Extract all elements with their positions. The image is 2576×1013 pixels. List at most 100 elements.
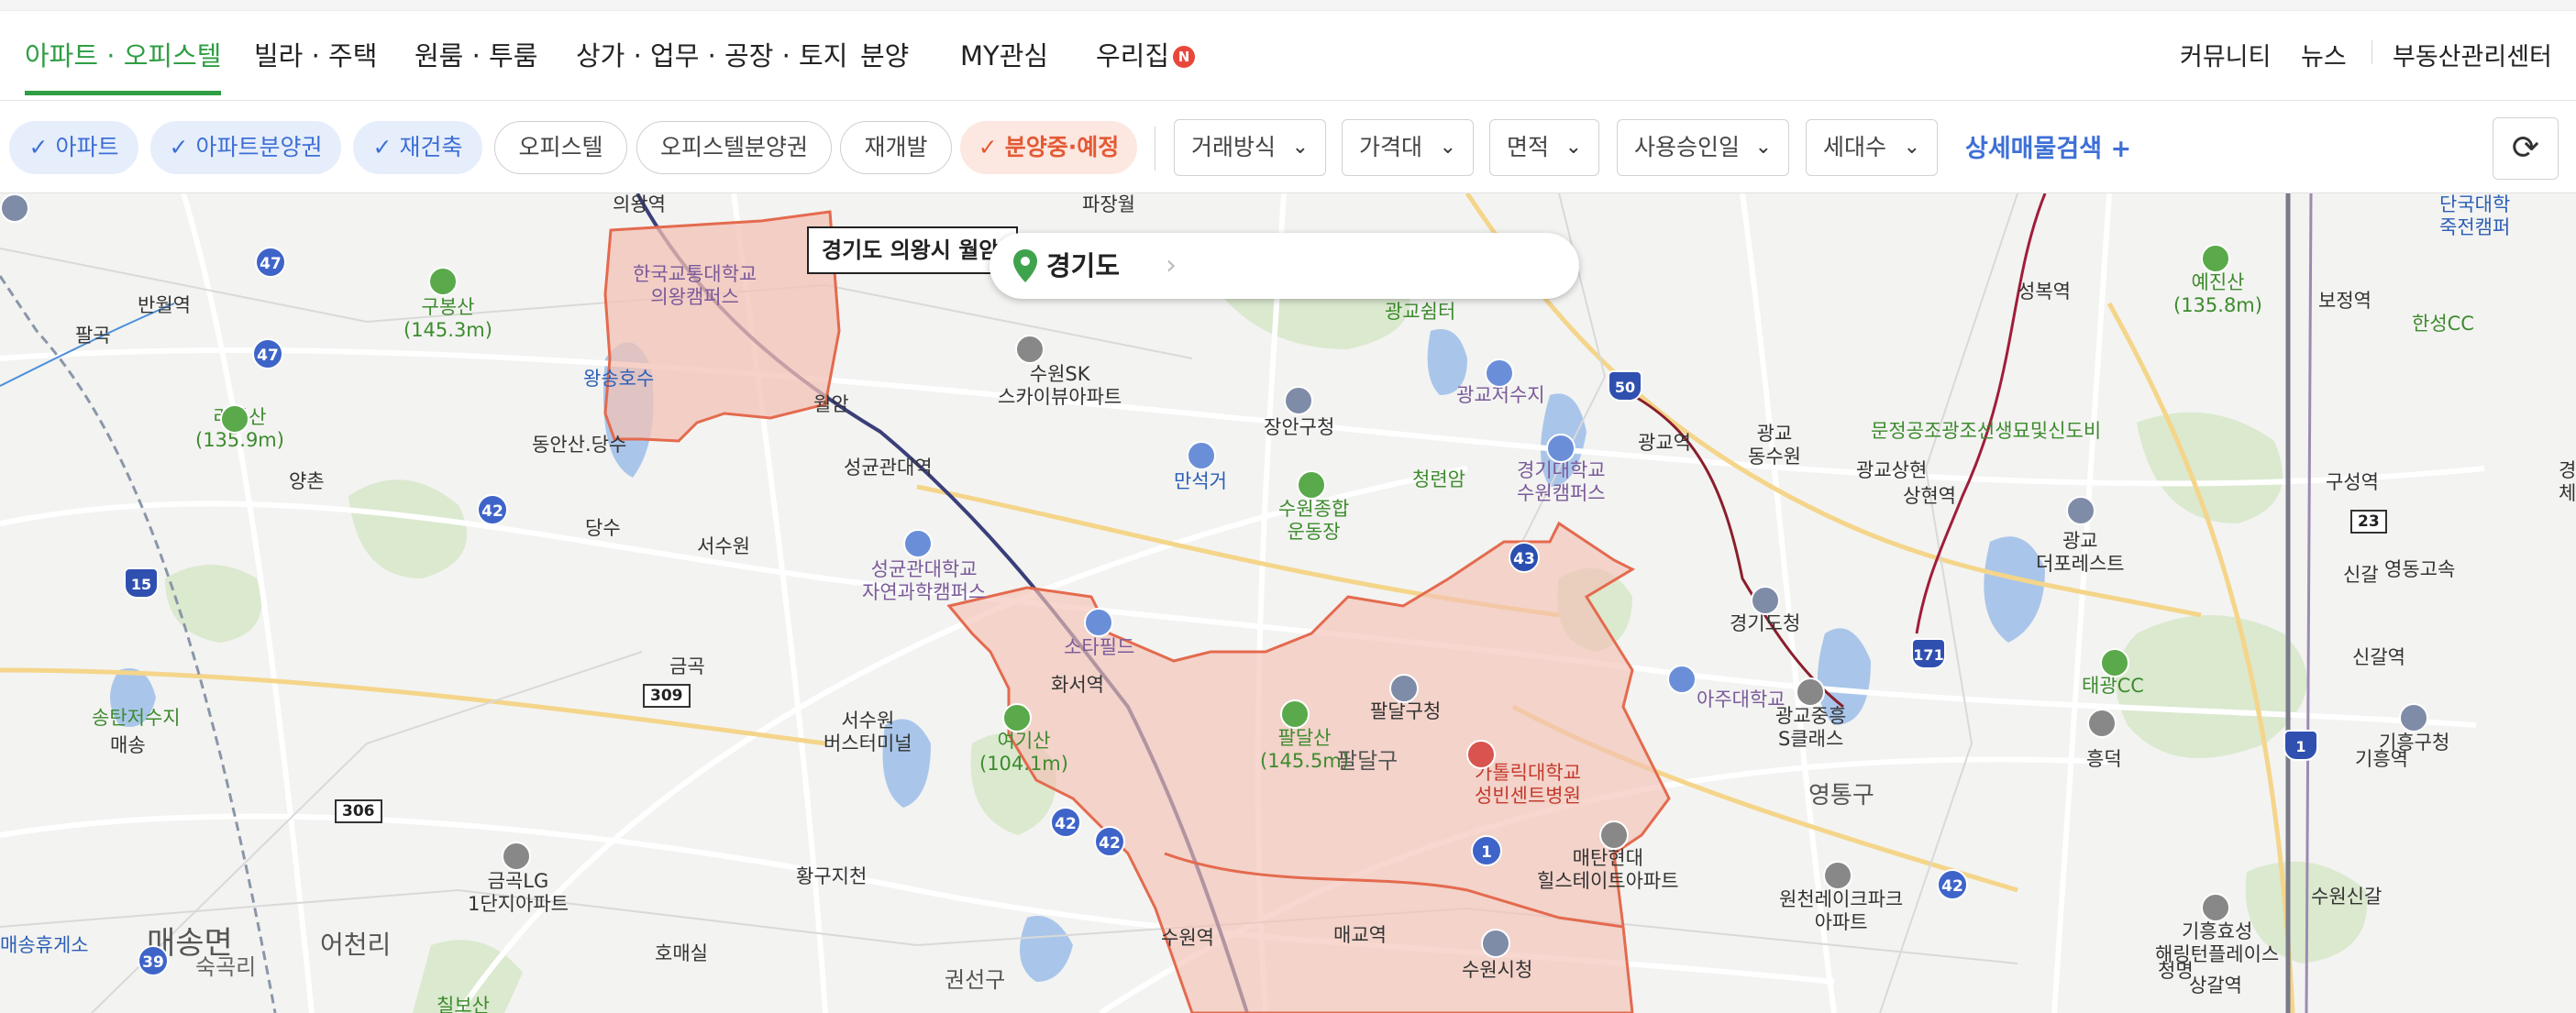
map-label-paldalsan[interactable]: 팔달산 (145.5m) [1260,727,1349,773]
mountain-poi-icon[interactable] [428,267,458,296]
map-label-yeogisan[interactable]: 여기산 (104.1m) [979,730,1068,776]
office-poi-icon[interactable] [1389,674,1419,703]
apartment-poi-icon[interactable] [502,842,531,871]
map-label-eocheonri[interactable]: 어천리 [320,927,391,963]
hospital-poi-icon[interactable] [1466,740,1496,769]
tab-villa-house[interactable]: 빌라 · 주택 [254,35,377,73]
map-label-hwaseo-st[interactable]: 화서역 [1051,674,1104,697]
stadium-poi-icon[interactable] [1297,470,1326,500]
map-label-ajou-univ[interactable]: 아주대학교 [1697,688,1786,711]
lake-poi-icon[interactable] [1187,441,1216,470]
community-link[interactable]: 커뮤니티 [2180,37,2271,72]
highway-shield[interactable]: 50 [1608,370,1642,402]
mountain-poi-icon[interactable] [1002,703,1032,732]
map-label-maesong[interactable]: 매송 [110,734,146,757]
map-label-uiwang[interactable]: 의왕역 [613,193,666,216]
map-label-guseong-st[interactable]: 구성역 [2326,471,2379,494]
route-shield[interactable]: 42 [1050,807,1081,838]
map-label-paldal-office[interactable]: 팔달구청 [1370,700,1441,723]
map-label-sukgokri[interactable]: 숙곡리 [195,956,256,979]
tab-apartment-officetel[interactable]: 아파트 · 오피스텔 [25,35,222,95]
tab-my-home[interactable]: 우리집 N [1096,35,1196,73]
map-label-wonchon-lake[interactable]: 원천레이크파크 아파트 [1779,888,1903,934]
route-shield[interactable]: 42 [477,494,508,525]
mountain-poi-icon[interactable] [220,404,249,434]
map-label-kyonggi-univ[interactable]: 경기대학교 수원캠퍼스 [1517,459,1606,505]
route-shield[interactable]: 1 [1471,835,1502,866]
local-route-sign[interactable]: 306 [335,799,382,823]
map-label-seongbok-st[interactable]: 성복역 [2018,281,2071,303]
map-label-woram[interactable]: 월암 [813,393,849,416]
map-label-gwanggyo-sanghyeon[interactable]: 광교상현 [1856,459,1927,482]
map-label-maetan-hyundai[interactable]: 매탄현대 힐스테이트아파트 [1537,847,1679,893]
map-label-munjeong[interactable]: 문정공조광조선생묘및신도비 [1871,420,2101,443]
map-label-songrakji[interactable]: 송탄저수지 [92,707,181,730]
tab-commercial-land[interactable]: 상가 · 업무 · 공장 · 토지 [576,35,847,73]
apartment-poi-icon[interactable] [1015,335,1045,364]
map-label-seosuwon[interactable]: 서수원 [697,535,750,558]
university-poi-icon[interactable] [1546,434,1575,463]
map-label-sungkyunkwan-univ[interactable]: 성균관대학교 자연과학캠퍼스 [862,558,986,604]
map-label-sungkyunkwan-st[interactable]: 성균관대역 [844,457,933,479]
news-link[interactable]: 뉴스 [2301,37,2347,72]
chip-officetel[interactable]: 오피스텔 [494,121,627,174]
route-shield[interactable]: 39 [138,945,169,976]
office-poi-icon[interactable] [1481,929,1510,958]
apartment-poi-icon[interactable] [2201,893,2230,922]
map-label-gwanggyo-jungheung[interactable]: 광교중흥 S클래스 [1775,705,1846,751]
chip-apartment[interactable]: ✓ 아파트 [9,121,138,174]
map-label-sangal-st[interactable]: 상갈역 [2189,974,2242,997]
map-label-dongansan[interactable]: 동안산.당수 [532,434,626,457]
map-label-yeongdong-exp[interactable]: 영동고속 [2384,558,2455,581]
route-shield[interactable]: 47 [255,247,286,278]
map-label-gyeong[interactable]: 경 체 [2559,459,2576,505]
map-label-taegwang-cc[interactable]: 태광CC [2082,675,2144,698]
apartment-poi-icon[interactable] [1796,677,1825,707]
location-breadcrumb[interactable]: 경기도 › [989,233,1579,299]
chip-officetel-presale-right[interactable]: 오피스텔분양권 [636,121,832,174]
office-poi-icon-alt[interactable] [0,193,29,223]
dropdown-area[interactable]: 면적 ⌄ [1489,119,1599,176]
map-label-sotafield[interactable]: 소타필드 [1064,636,1134,659]
map-label-suwon-st[interactable]: 수원역 [1161,927,1214,950]
local-route-sign[interactable]: 309 [643,684,691,708]
map-label-hanguk-univ[interactable]: 한국교통대학교 의왕캠퍼스 [633,263,757,309]
office-poi-icon[interactable] [2066,496,2095,525]
detail-search-button[interactable]: 상세매물검색 + [1965,128,2131,164]
map-label-dangsu[interactable]: 당수 [585,517,621,540]
realtor-center-link[interactable]: 부동산관리센터 [2393,37,2552,72]
map-label-suwon-sports[interactable]: 수원종합 운동장 [1278,498,1349,544]
map-label-gwanggyo-shelter[interactable]: 광교쉼터 [1385,301,1455,324]
map-label-yeongtonggu[interactable]: 영통구 [1808,777,1874,814]
map-label-palgu[interactable]: 팔곡 [75,325,111,347]
map-label-singal-st[interactable]: 신갈역 [2352,646,2405,669]
map-label-paldal-gu[interactable]: 팔달구 [1337,750,1398,773]
mountain-poi-icon[interactable] [2100,648,2129,677]
chip-reconstruction[interactable]: ✓ 재건축 [353,121,482,174]
map-label-wangsongho[interactable]: 왕송호수 [583,368,654,391]
highway-shield[interactable]: 171 [1911,638,1946,669]
mountain-poi-icon[interactable] [1280,699,1310,729]
map-label-banwol[interactable]: 반월역 [138,294,191,317]
tab-my-interest[interactable]: MY관심 [960,35,1048,73]
university-poi-icon[interactable] [1667,665,1697,694]
office-poi-icon[interactable] [2399,703,2428,732]
map-label-yangchon[interactable]: 양촌 [289,470,325,493]
map-label-seosuwon-terminal[interactable]: 서수원 버스터미널 [824,710,912,755]
dropdown-approval-date[interactable]: 사용승인일 ⌄ [1617,119,1789,176]
apartment-poi-icon[interactable] [1823,861,1852,890]
map-label-cheongmyeong[interactable]: 청명 [2158,960,2194,983]
highway-shield[interactable]: 1 [2283,730,2318,761]
dropdown-trade-type[interactable]: 거래방식 ⌄ [1174,119,1326,176]
map-label-suwon-city[interactable]: 수원시청 [1462,959,1532,982]
map-label-suwon-sk[interactable]: 수원SK 스카이뷰아파트 [998,363,1122,409]
route-shield[interactable]: 42 [1094,826,1125,857]
tab-presale[interactable]: 분양 [860,35,909,73]
map-label-homaesil[interactable]: 호매실 [655,942,708,965]
map-label-gwanggyo-forest[interactable]: 광교 더포레스트 [2036,530,2125,576]
map-label-geumgok-lg[interactable]: 금곡LG 1단지아파트 [468,870,569,916]
map-label-gwonseongu[interactable]: 권선구 [945,969,1005,992]
route-shield[interactable]: 42 [1937,869,1968,900]
university-poi-icon[interactable] [903,529,933,558]
shopping-poi-icon[interactable] [1084,608,1113,637]
